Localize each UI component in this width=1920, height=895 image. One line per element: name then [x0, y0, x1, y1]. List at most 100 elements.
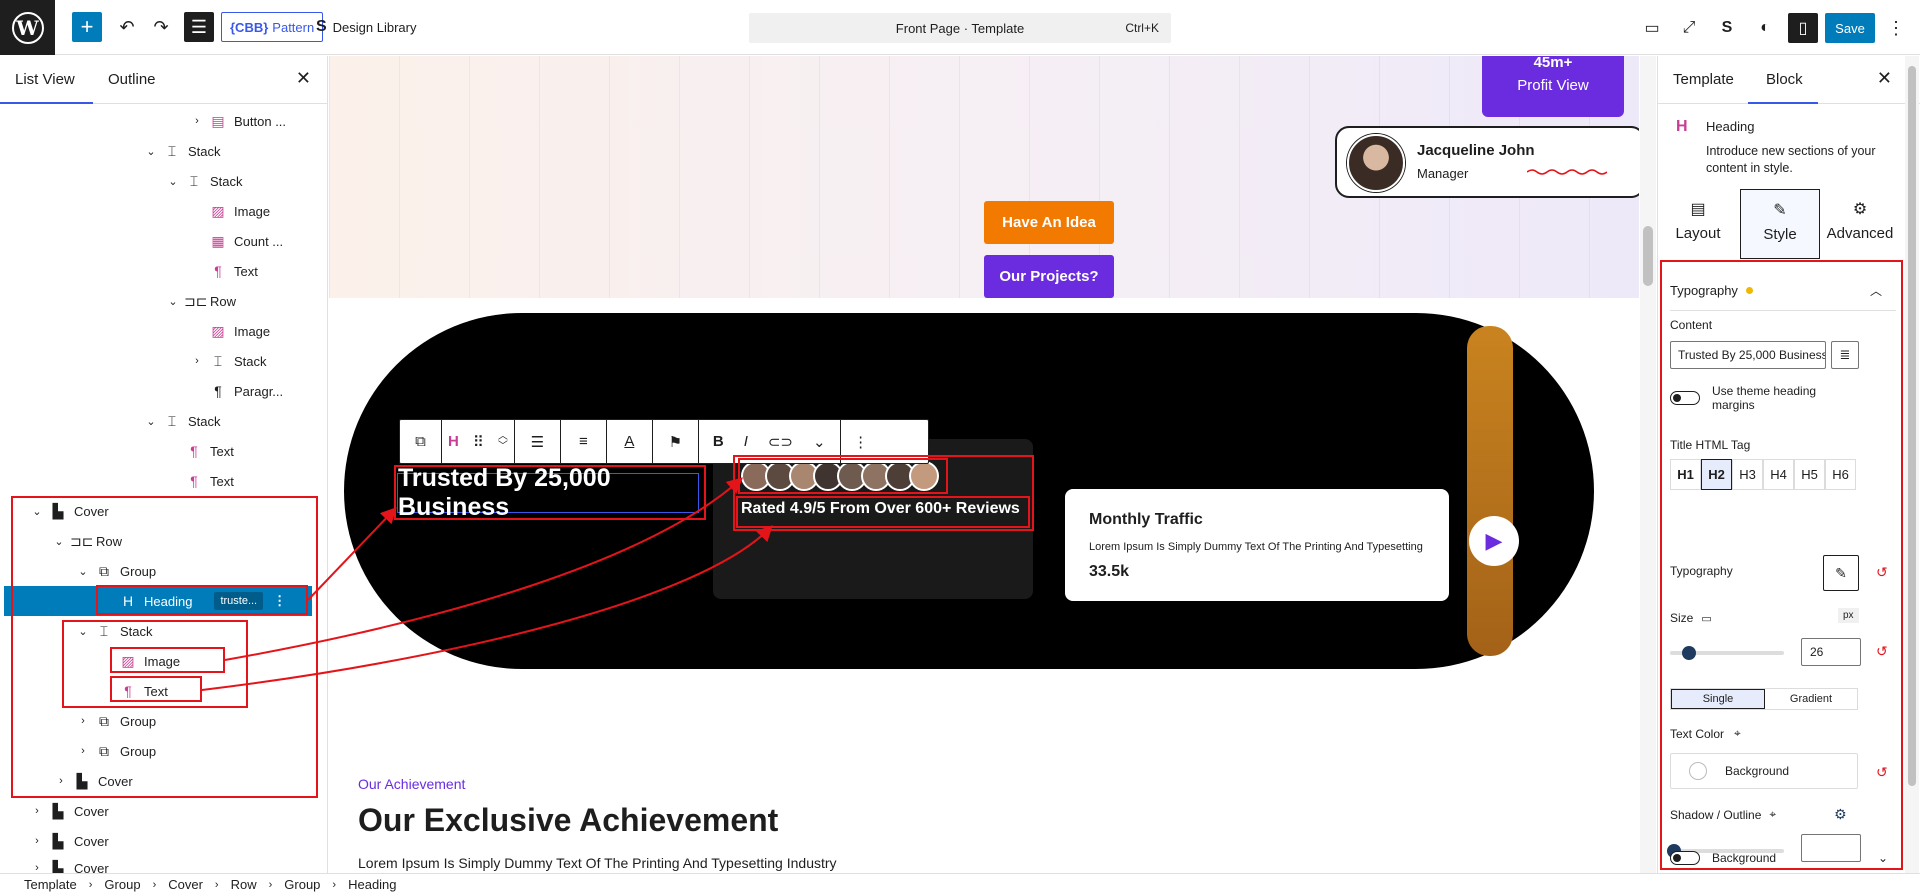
view-external-button[interactable]: ⤢ — [1675, 14, 1703, 42]
list-item[interactable]: ▨ Image — [0, 196, 327, 226]
list-item[interactable]: ⌄ ⌶ Stack — [0, 136, 327, 166]
flag-button[interactable]: ⚑ — [653, 420, 699, 463]
reset-icon[interactable]: ↺ — [1876, 764, 1888, 781]
list-item[interactable]: ¶ Text — [0, 256, 327, 286]
breadcrumb-item[interactable]: Group — [104, 877, 140, 892]
slider-handle[interactable] — [1682, 646, 1697, 660]
pattern-button[interactable]: {CBB} Pattern — [221, 12, 324, 42]
close-icon[interactable]: ✕ — [1877, 68, 1892, 89]
wordpress-logo[interactable]: W — [0, 0, 55, 55]
scroll-thumb[interactable] — [1643, 226, 1653, 286]
tab-advanced[interactable]: ⚙ Advanced — [1820, 189, 1900, 259]
bold-icon[interactable]: B — [713, 433, 724, 450]
reset-icon[interactable]: ↺ — [1876, 564, 1888, 581]
list-item[interactable]: ▦ Count ... — [0, 226, 327, 256]
list-item[interactable]: ⌄ ⌶ Stack — [0, 406, 327, 436]
list-item[interactable]: › ▙ Cover — [0, 826, 327, 856]
parent-select-button[interactable]: ⧉ — [400, 420, 442, 463]
gradient-option[interactable]: Gradient — [1765, 689, 1857, 709]
chevron-down-icon[interactable]: ⌄ — [1878, 851, 1888, 865]
list-item[interactable]: › ▙ Cover — [0, 796, 327, 826]
list-item[interactable]: ¶ Text — [0, 676, 327, 706]
tag-h2-button[interactable]: H2 — [1701, 459, 1732, 490]
cursor-icon[interactable]: ⌖ — [1769, 807, 1776, 822]
tab-layout[interactable]: ▤ Layout — [1658, 189, 1738, 259]
tag-h1-button[interactable]: H1 — [1670, 459, 1701, 490]
text-color-picker[interactable]: Background — [1670, 753, 1858, 789]
achievement-subtitle[interactable]: Our Achievement — [358, 776, 465, 792]
list-item[interactable]: ¶ Text — [0, 466, 327, 496]
tab-style[interactable]: ✎ Style — [1740, 189, 1820, 259]
list-item[interactable]: › ⧉ Group — [0, 706, 327, 736]
content-input[interactable]: Trusted By 25,000 Business — [1670, 341, 1826, 369]
save-button[interactable]: Save — [1825, 13, 1875, 43]
size-input[interactable]: 26 — [1801, 638, 1861, 666]
list-item[interactable]: ⌄ ⌶ Stack — [0, 166, 327, 196]
breadcrumb-item[interactable]: Row — [231, 877, 257, 892]
desktop-icon[interactable]: ▭ — [1701, 612, 1711, 625]
typography-edit-button[interactable]: ✎ — [1823, 555, 1859, 591]
text-align-button[interactable]: ≡ — [561, 420, 607, 463]
editor-canvas[interactable]: 45m+ Profit View Jacqueline John Manager… — [329, 56, 1639, 873]
dynamic-content-button[interactable]: ≣ — [1831, 341, 1859, 369]
achievement-text[interactable]: Lorem Ipsum Is Simply Dummy Text Of The … — [358, 855, 837, 871]
add-block-button[interactable]: + — [72, 12, 102, 42]
list-item[interactable]: ⌄ ⊐⊏ Row — [0, 526, 327, 556]
tag-h5-button[interactable]: H5 — [1794, 459, 1825, 490]
plugin-button[interactable]: S — [1713, 14, 1741, 42]
list-item-selected[interactable]: H Heading truste... ⋮ — [4, 586, 312, 616]
breadcrumb-item[interactable]: Heading — [348, 877, 396, 892]
rating-text[interactable]: Rated 4.9/5 From Over 600+ Reviews — [741, 500, 1020, 518]
video-thumbnail[interactable] — [1467, 326, 1513, 656]
tab-list-view[interactable]: List View — [15, 71, 75, 88]
tag-h4-button[interactable]: H4 — [1763, 459, 1794, 490]
breadcrumb-item[interactable]: Template — [24, 877, 77, 892]
list-view-toggle[interactable]: ☰ — [184, 12, 214, 42]
background-toggle[interactable] — [1670, 851, 1700, 865]
list-item[interactable]: › ▙ Cover — [0, 766, 327, 796]
size-slider[interactable] — [1670, 646, 1784, 660]
heading-icon[interactable]: H — [448, 433, 459, 450]
breadcrumb-item[interactable]: Group — [284, 877, 320, 892]
more-vertical-icon[interactable]: ⋮ — [273, 593, 286, 609]
review-avatars[interactable] — [741, 461, 939, 493]
list-item[interactable]: ⌄ ⧉ Group — [0, 556, 327, 586]
move-up-down-icon[interactable]: ︿ ﹀ — [498, 431, 508, 452]
text-color-button[interactable]: A — [607, 420, 653, 463]
tag-h6-button[interactable]: H6 — [1825, 459, 1856, 490]
traffic-card[interactable]: Monthly Traffic Lorem Ipsum Is Simply Du… — [1065, 489, 1449, 601]
styles-button[interactable]: ◐ — [1751, 14, 1779, 42]
command-palette[interactable]: Front Page · Template Ctrl+K — [749, 13, 1171, 43]
theme-margins-toggle[interactable] — [1670, 391, 1700, 405]
person-card[interactable]: Jacqueline John Manager — [1335, 126, 1639, 198]
settings-toggle[interactable]: ▯ — [1788, 13, 1818, 43]
align-button[interactable]: ☰ — [515, 420, 561, 463]
panel-scrollbar[interactable] — [1905, 56, 1919, 873]
scroll-thumb[interactable] — [1908, 66, 1916, 786]
cursor-icon[interactable]: ⌖ — [1734, 726, 1741, 741]
close-icon[interactable]: ✕ — [296, 68, 311, 89]
undo-button[interactable]: ↶ — [112, 12, 142, 42]
redo-button[interactable]: ↷ — [146, 12, 176, 42]
tab-outline[interactable]: Outline — [108, 71, 156, 88]
tab-block[interactable]: Block — [1766, 71, 1803, 88]
list-item[interactable]: ¶ Text — [0, 436, 327, 466]
list-item[interactable]: › ⧉ Group — [0, 736, 327, 766]
drag-handle-icon[interactable]: ⠿ — [473, 433, 484, 451]
list-item[interactable]: › ⌶ Stack — [0, 346, 327, 376]
list-item[interactable]: › ▤ Button ... — [0, 106, 327, 136]
canvas-scrollbar[interactable] — [1640, 56, 1656, 873]
list-item[interactable]: ⌄ ⊐⊏ Row — [0, 286, 327, 316]
play-button[interactable]: ▶ — [1469, 516, 1519, 566]
typography-panel-header[interactable]: Typography ︿ — [1670, 271, 1896, 311]
block-options-button[interactable]: ⋮ — [841, 420, 881, 463]
list-item[interactable]: ¶ Paragr... — [0, 376, 327, 406]
list-item[interactable]: › ▙ Cover — [0, 853, 327, 874]
single-option[interactable]: Single — [1671, 689, 1765, 709]
tag-h3-button[interactable]: H3 — [1732, 459, 1763, 490]
italic-icon[interactable]: I — [744, 433, 748, 450]
selected-heading-block[interactable]: Trusted By 25,000 Business — [397, 464, 699, 521]
list-item[interactable]: ▨ Image — [0, 316, 327, 346]
tab-template[interactable]: Template — [1673, 71, 1734, 88]
list-item[interactable]: ⌄ ▙ Cover — [0, 496, 327, 526]
